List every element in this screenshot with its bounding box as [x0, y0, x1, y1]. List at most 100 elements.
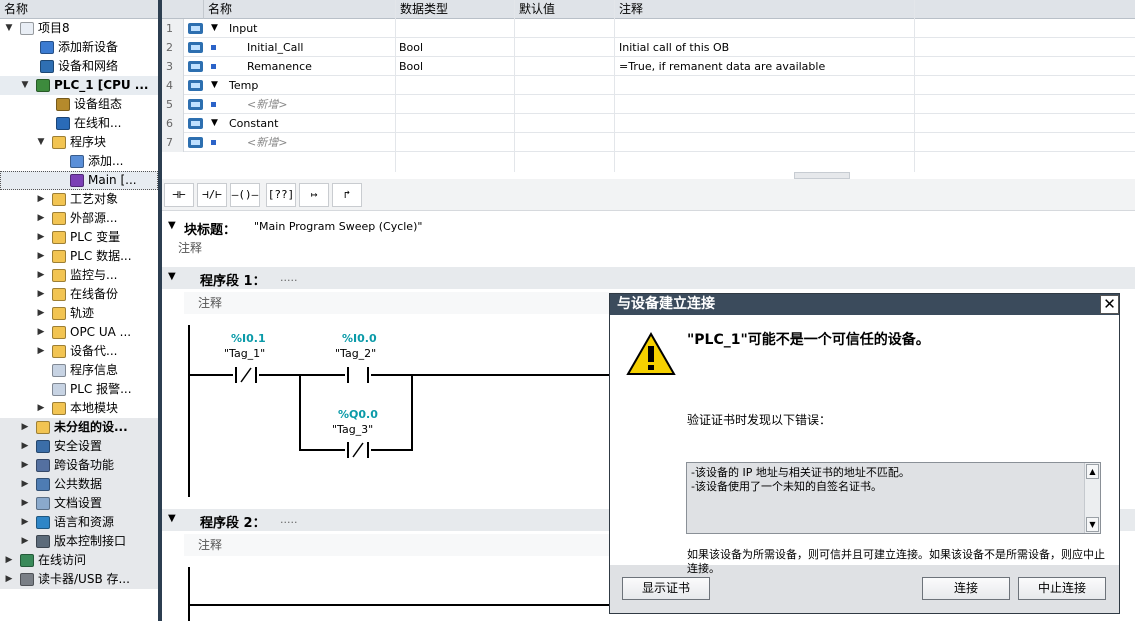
table-row[interactable]: 2 Initial_Call Bool Initial call of this OB	[162, 38, 1135, 57]
close-branch-button[interactable]: ↱	[332, 183, 362, 207]
tree-item[interactable]: 添加...	[0, 152, 158, 171]
network-2-title[interactable]: .....	[280, 513, 297, 526]
tree-item[interactable]: ▶ 在线备份	[0, 285, 158, 304]
connect-button[interactable]: 连接	[922, 577, 1010, 600]
table-row[interactable]: 7 <新增>	[162, 133, 1135, 152]
tree-item[interactable]: ▼ PLC_1 [CPU ...	[0, 76, 158, 95]
tree-item[interactable]: ▶ 工艺对象	[0, 190, 158, 209]
tree-item[interactable]: ▶ 本地模块	[0, 399, 158, 418]
param-name[interactable]: Temp	[229, 76, 258, 95]
param-comment[interactable]: Initial call of this OB	[619, 38, 729, 57]
contact-tag[interactable]: "Tag_1"	[224, 347, 265, 360]
network-1-title[interactable]: .....	[280, 271, 297, 284]
no-contact-button[interactable]: ⊣⊢	[164, 183, 194, 207]
param-type[interactable]: Bool	[399, 38, 423, 57]
tree-item[interactable]: ▼ 程序块	[0, 133, 158, 152]
param-name[interactable]: <新增>	[247, 133, 287, 152]
table-row[interactable]: 4 ▼ Temp	[162, 76, 1135, 95]
tree-item[interactable]: ▶ PLC 数据...	[0, 247, 158, 266]
contact-tag[interactable]: "Tag_2"	[335, 347, 376, 360]
expand-arrow-icon[interactable]: ▶	[36, 323, 46, 342]
expand-arrow-icon[interactable]: ▶	[20, 475, 30, 494]
collapse-arrow-icon[interactable]: ▼	[20, 76, 30, 95]
param-comment[interactable]: =True, if remanent data are available	[619, 57, 825, 76]
param-name[interactable]: <新增>	[247, 95, 287, 114]
block-comment[interactable]: 注释	[162, 238, 1135, 258]
param-name[interactable]: Input	[229, 19, 257, 38]
collapse-icon[interactable]: ▼	[168, 513, 176, 524]
coil-button[interactable]: –()–	[230, 183, 260, 207]
expand-arrow-icon[interactable]: ▶	[36, 285, 46, 304]
expand-arrow-icon[interactable]: ▶	[4, 551, 14, 570]
expand-arrow-icon[interactable]: ▶	[36, 399, 46, 418]
expand-arrow-icon[interactable]: ▶	[36, 266, 46, 285]
nc-contact-symbol[interactable]	[345, 442, 371, 458]
tree-item[interactable]: 设备和网络	[0, 57, 158, 76]
tree-item[interactable]: 在线和...	[0, 114, 158, 133]
scroll-up-icon[interactable]: ▲	[1086, 464, 1099, 479]
table-header-name[interactable]: 名称	[204, 0, 396, 19]
table-row[interactable]: 3 Remanence Bool =True, if remanent data ar…	[162, 57, 1135, 76]
tree-item[interactable]: ▶ 版本控制接口	[0, 532, 158, 551]
expand-arrow-icon[interactable]: ▶	[4, 570, 14, 589]
tree-item[interactable]: ▶ 读卡器/USB 存...	[0, 570, 158, 589]
expand-arrow-icon[interactable]: ▶	[20, 437, 30, 456]
tree-item[interactable]: ▶ 外部源...	[0, 209, 158, 228]
contact-tag[interactable]: "Tag_3"	[332, 423, 373, 436]
close-icon[interactable]: ✕	[1100, 295, 1119, 314]
tree-item[interactable]: ▶ 轨迹	[0, 304, 158, 323]
expand-arrow-icon[interactable]: ▶	[36, 247, 46, 266]
param-name[interactable]: Remanence	[247, 57, 312, 76]
open-branch-button[interactable]: ↦	[299, 183, 329, 207]
tree-item[interactable]: 添加新设备	[0, 38, 158, 57]
collapse-arrow-icon[interactable]: ▼	[4, 19, 14, 38]
expand-arrow-icon[interactable]: ▶	[36, 209, 46, 228]
network-2-comment[interactable]: 注释	[184, 534, 624, 556]
table-row[interactable]: 6 ▼ Constant	[162, 114, 1135, 133]
table-row[interactable]: 5 <新增>	[162, 95, 1135, 114]
tree-item[interactable]: ▶ 在线访问	[0, 551, 158, 570]
expand-arrow-icon[interactable]: ▶	[20, 532, 30, 551]
tree-item[interactable]: ▼ 项目8	[0, 19, 158, 38]
expand-arrow-icon[interactable]: ▶	[36, 342, 46, 361]
tree-item[interactable]: 程序信息	[0, 361, 158, 380]
error-list[interactable]: -该设备的 IP 地址与相关证书的地址不匹配。 -该设备使用了一个未知的自签名证…	[686, 462, 1101, 534]
expand-arrow-icon[interactable]: ▶	[36, 304, 46, 323]
nc-contact-button[interactable]: ⊣/⊢	[197, 183, 227, 207]
tree-item[interactable]: ▶ 文档设置	[0, 494, 158, 513]
param-name[interactable]: Initial_Call	[247, 38, 303, 57]
tree-item[interactable]: 设备组态	[0, 95, 158, 114]
expand-arrow-icon[interactable]: ▶	[20, 456, 30, 475]
tree-item[interactable]: ▶ 设备代...	[0, 342, 158, 361]
scroll-down-icon[interactable]: ▼	[1086, 517, 1099, 532]
table-header-default[interactable]: 默认值	[515, 0, 615, 19]
table-header-type[interactable]: 数据类型	[396, 0, 515, 19]
no-contact-symbol[interactable]	[345, 367, 371, 383]
table-scroll-arrows[interactable]	[794, 172, 850, 179]
tree-item[interactable]: ▶ 未分组的设...	[0, 418, 158, 437]
collapse-icon[interactable]: ▼	[168, 271, 176, 282]
tree-item[interactable]: ▶ 语言和资源	[0, 513, 158, 532]
collapse-arrow-icon[interactable]: ▼	[211, 19, 218, 38]
expand-arrow-icon[interactable]: ▶	[36, 228, 46, 247]
expand-arrow-icon[interactable]: ▶	[20, 494, 30, 513]
tree-item[interactable]: Main [...	[0, 171, 158, 190]
expand-arrow-icon[interactable]: ▶	[36, 190, 46, 209]
expand-arrow-icon[interactable]: ▶	[20, 418, 30, 437]
tree-item[interactable]: PLC 报警...	[0, 380, 158, 399]
nc-contact-symbol[interactable]	[233, 367, 259, 383]
show-certificate-button[interactable]: 显示证书	[622, 577, 710, 600]
table-row[interactable]: 1 ▼ Input	[162, 19, 1135, 38]
collapse-icon[interactable]: ▼	[168, 220, 176, 231]
tree-item[interactable]: ▶ 跨设备功能	[0, 456, 158, 475]
network-1-comment[interactable]: 注释	[184, 292, 624, 314]
expand-arrow-icon[interactable]: ▶	[20, 513, 30, 532]
collapse-arrow-icon[interactable]: ▼	[36, 133, 46, 152]
tree-item[interactable]: ▶ 安全设置	[0, 437, 158, 456]
block-title-value[interactable]: "Main Program Sweep (Cycle)"	[254, 220, 422, 233]
error-list-scrollbar[interactable]: ▲ ▼	[1084, 463, 1100, 533]
tree-item[interactable]: ▶ 公共数据	[0, 475, 158, 494]
empty-box-button[interactable]: [??]	[266, 183, 296, 207]
abort-connection-button[interactable]: 中止连接	[1018, 577, 1106, 600]
param-name[interactable]: Constant	[229, 114, 278, 133]
